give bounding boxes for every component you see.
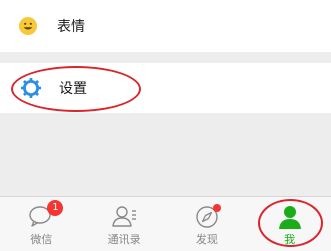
contacts-icon — [110, 205, 138, 229]
tab-wechat-label: 微信 — [30, 233, 53, 246]
menu-item-settings[interactable]: 设置 — [0, 63, 331, 113]
compass-icon — [193, 204, 221, 229]
tab-discover-label: 发现 — [195, 233, 218, 246]
tab-me-label: 我 — [284, 233, 296, 246]
tab-discover[interactable]: 发现 — [166, 197, 249, 251]
unread-badge: 1 — [47, 200, 64, 216]
menu-item-emoji[interactable]: 表情 — [0, 0, 331, 52]
settings-gear-icon — [21, 78, 41, 98]
chat-bubble-icon: 1 — [27, 200, 64, 229]
tab-contacts-label: 通讯录 — [107, 233, 141, 246]
tab-wechat[interactable]: 1 微信 — [0, 197, 83, 251]
bottom-tab-bar: 1 微信 通讯录 发现 我 — [0, 196, 331, 251]
new-content-dot — [212, 204, 221, 212]
tab-me[interactable]: 我 — [248, 197, 331, 251]
settings-label: 设置 — [59, 81, 87, 97]
emoji-label: 表情 — [57, 19, 85, 35]
emoji-icon — [19, 17, 37, 35]
person-icon — [276, 205, 304, 229]
tab-contacts[interactable]: 通讯录 — [83, 197, 166, 251]
